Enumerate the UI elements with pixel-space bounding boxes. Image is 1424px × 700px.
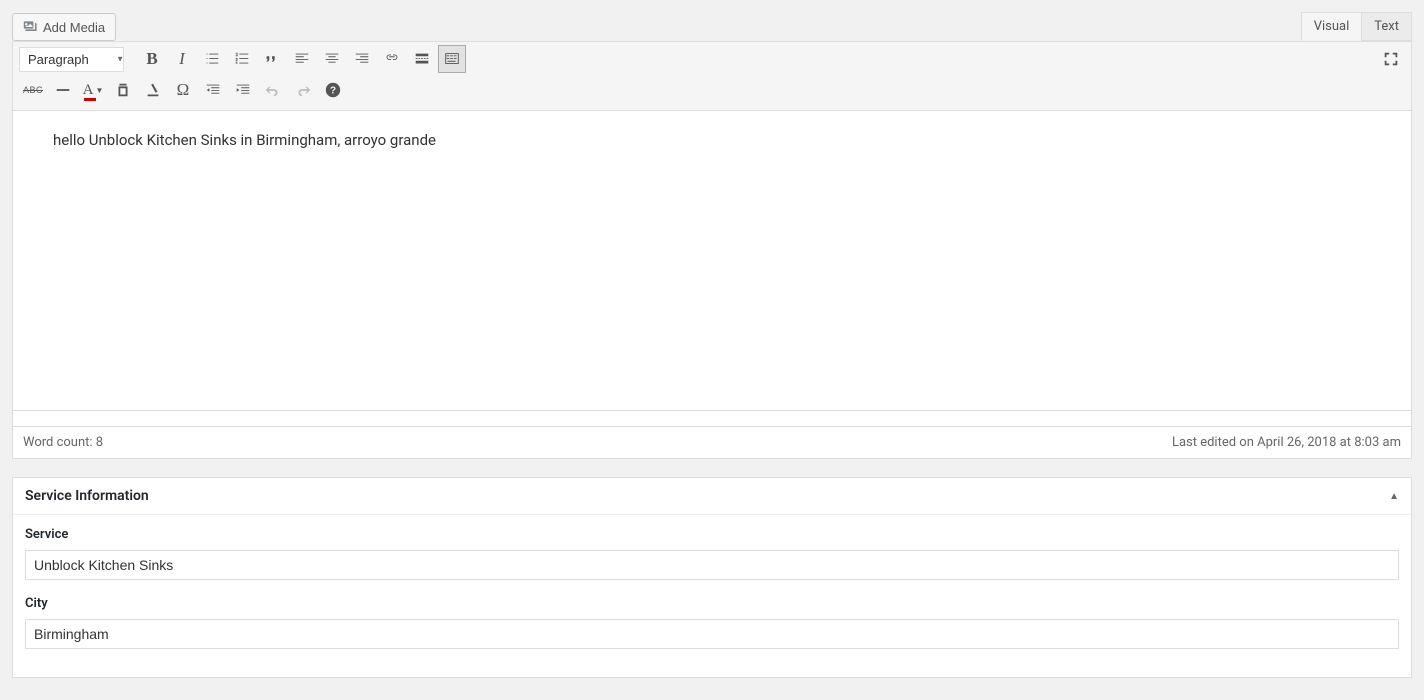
- special-character-button[interactable]: Ω: [169, 76, 197, 104]
- align-center-button[interactable]: [318, 45, 346, 73]
- add-media-button[interactable]: Add Media: [12, 13, 116, 41]
- clear-formatting-button[interactable]: [139, 76, 167, 104]
- fullscreen-button[interactable]: [1377, 45, 1405, 73]
- editor-resize-handle[interactable]: [12, 411, 1412, 427]
- metabox-toggle-icon[interactable]: ▲: [1389, 491, 1399, 502]
- insert-more-button[interactable]: [408, 45, 436, 73]
- paste-text-button[interactable]: T: [109, 76, 137, 104]
- redo-button[interactable]: [289, 76, 317, 104]
- bullet-list-button[interactable]: [198, 45, 226, 73]
- text-color-button[interactable]: A▼: [79, 76, 107, 104]
- numbered-list-button[interactable]: [228, 45, 256, 73]
- media-icon: [23, 19, 39, 35]
- svg-text:?: ?: [330, 86, 336, 97]
- editor-tabs: Visual Text: [1302, 12, 1412, 41]
- toolbar-row-1: Paragraph B I: [13, 42, 1411, 76]
- svg-text:T: T: [121, 89, 125, 96]
- italic-button[interactable]: I: [168, 45, 196, 73]
- metabox-header[interactable]: Service Information ▲: [13, 478, 1411, 515]
- city-input[interactable]: [25, 619, 1399, 649]
- tab-visual[interactable]: Visual: [1301, 12, 1363, 41]
- add-media-label: Add Media: [43, 20, 105, 35]
- toolbar-toggle-button[interactable]: [438, 45, 466, 73]
- editor-toolbar: Paragraph B I ABC A▼ T Ω: [12, 41, 1412, 111]
- format-select-wrap: Paragraph: [19, 47, 130, 72]
- help-button[interactable]: ?: [319, 76, 347, 104]
- align-left-button[interactable]: [288, 45, 316, 73]
- indent-button[interactable]: [229, 76, 257, 104]
- tab-text[interactable]: Text: [1361, 12, 1412, 41]
- service-label: Service: [25, 527, 1399, 542]
- editor-content-area[interactable]: hello Unblock Kitchen Sinks in Birmingha…: [12, 111, 1412, 411]
- blockquote-button[interactable]: [258, 45, 286, 73]
- undo-button[interactable]: [259, 76, 287, 104]
- bold-button[interactable]: B: [138, 45, 166, 73]
- last-edited: Last edited on April 26, 2018 at 8:03 am: [1172, 435, 1401, 450]
- field-city: City: [25, 596, 1399, 649]
- service-information-metabox: Service Information ▲ Service City: [12, 477, 1412, 678]
- metabox-title: Service Information: [25, 488, 149, 504]
- editor-paragraph: hello Unblock Kitchen Sinks in Birmingha…: [53, 131, 1371, 149]
- word-count: Word count: 8: [23, 435, 103, 450]
- align-right-button[interactable]: [348, 45, 376, 73]
- city-label: City: [25, 596, 1399, 611]
- editor-top-row: Add Media Visual Text: [12, 12, 1412, 41]
- outdent-button[interactable]: [199, 76, 227, 104]
- editor-status-bar: Word count: 8 Last edited on April 26, 2…: [12, 427, 1412, 459]
- service-input[interactable]: [25, 550, 1399, 580]
- toolbar-row-2: ABC A▼ T Ω ?: [13, 76, 1411, 110]
- insert-link-button[interactable]: [378, 45, 406, 73]
- strikethrough-button[interactable]: ABC: [19, 76, 47, 104]
- field-service: Service: [25, 527, 1399, 580]
- editor-container: Add Media Visual Text Paragraph B I: [12, 12, 1412, 678]
- metabox-body: Service City: [13, 515, 1411, 677]
- format-select[interactable]: Paragraph: [19, 47, 124, 72]
- horizontal-rule-button[interactable]: [49, 76, 77, 104]
